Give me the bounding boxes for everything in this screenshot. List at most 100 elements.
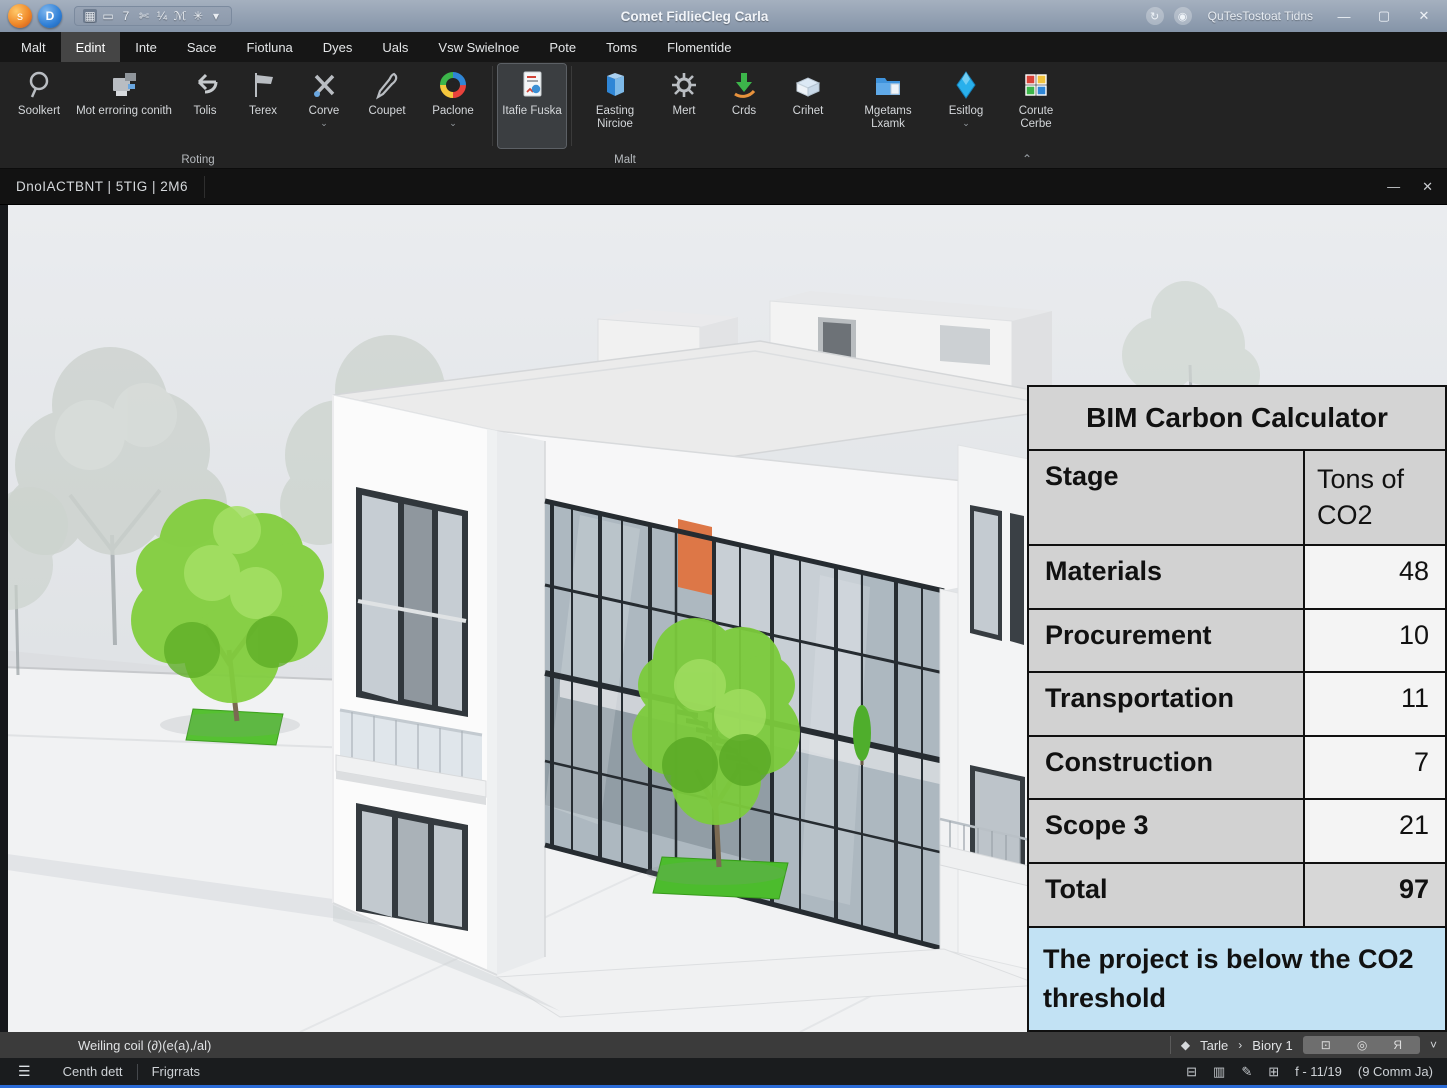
ribbon-button-coupet[interactable]: Coupet xyxy=(357,64,417,148)
qat-icon-2[interactable]: ▭ xyxy=(101,9,115,23)
ribbon-button-crds[interactable]: Crds xyxy=(715,64,773,148)
ribbon-button-corve[interactable]: Corve ⌄ xyxy=(293,64,355,148)
ribbon-button-corute-cerbe[interactable]: Corute Cerbe xyxy=(999,64,1073,148)
arrow-left-icon xyxy=(190,68,220,102)
table-row-construction: Construction 7 xyxy=(1029,737,1445,801)
menu-item-inte[interactable]: Inte xyxy=(120,32,172,62)
menu-item-fiotluna[interactable]: Fiotluna xyxy=(232,32,308,62)
dropdown-caret-icon[interactable]: ⌄ xyxy=(962,119,970,128)
minimize-button[interactable]: — xyxy=(1329,9,1359,24)
ribbon-group-labels: Roting Malt ⌃ xyxy=(0,149,1447,168)
threshold-note: The project is below the CO2 threshold xyxy=(1029,928,1445,1030)
table-row-materials: Materials 48 xyxy=(1029,546,1445,610)
ribbon-button-mert[interactable]: Mert xyxy=(655,64,713,148)
ya-icon[interactable]: Я xyxy=(1393,1038,1402,1052)
ribbon-button-soolkert[interactable]: Soolkert xyxy=(7,64,71,148)
boxed-dot-icon[interactable]: ⊡ xyxy=(1321,1038,1331,1052)
menu-item-sace[interactable]: Sace xyxy=(172,32,232,62)
pen-icon xyxy=(372,68,402,102)
qat-icon-4[interactable]: ✄ xyxy=(137,9,151,23)
color-grid-icon xyxy=(1021,68,1051,102)
view-minimize-button[interactable]: — xyxy=(1387,179,1400,195)
ribbon-button-terex[interactable]: Terex xyxy=(235,64,291,148)
3d-viewport[interactable]: BIM Carbon Calculator Stage Tons of CO2 … xyxy=(0,205,1447,1032)
table-row-total: Total 97 xyxy=(1029,864,1445,928)
row-label: Procurement xyxy=(1029,610,1305,672)
folder-icon xyxy=(871,68,905,102)
taskbar-item-centh-dett[interactable]: Centh dett xyxy=(49,1064,137,1079)
scissors-icon xyxy=(309,68,339,102)
menu-item-malt[interactable]: Malt xyxy=(6,32,61,62)
qat-icon-6[interactable]: ℳ xyxy=(173,9,187,23)
table-row-procurement: Procurement 10 xyxy=(1029,610,1445,674)
view-close-button[interactable]: ✕ xyxy=(1422,179,1433,195)
close-button[interactable]: ✕ xyxy=(1409,8,1439,24)
menu-item-dyes[interactable]: Dyes xyxy=(308,32,368,62)
gear-icon xyxy=(669,68,699,102)
window-grid-icon[interactable]: ⊟ xyxy=(1186,1064,1197,1080)
menu-item-vsw-swielnoe[interactable]: Vsw Swielnoe xyxy=(423,32,534,62)
status-toggle-group[interactable]: ⊡ ◎ Я xyxy=(1303,1036,1420,1054)
box-3d-icon xyxy=(792,68,824,102)
ribbon-button-crihet[interactable]: Crihet xyxy=(775,64,841,148)
menu-item-edint[interactable]: Edint xyxy=(61,32,121,62)
qat-icon-1[interactable]: ▦ xyxy=(83,9,97,23)
ribbon-group-label-roting: Roting xyxy=(138,154,258,166)
taskbar-date: f - 11/19 xyxy=(1295,1064,1342,1079)
dropdown-caret-icon[interactable]: ⌄ xyxy=(320,119,328,128)
sync-icon[interactable]: ↻ xyxy=(1146,7,1164,25)
task-bar: ☰ Centh dett Frigrrats ⊟ ▥ ✎ ⊞ f - 11/19… xyxy=(0,1058,1447,1085)
ribbon-group-label-malt: Malt xyxy=(565,154,685,166)
taskbar-comm-status: (9 Comm Ja) xyxy=(1358,1064,1433,1079)
title-bar: s D ▦ ▭ 7 ✄ ¼ ℳ ✳ ▾ Comet FidlieCleg Car… xyxy=(0,0,1447,32)
ribbon-button-mot-erroring[interactable]: Mot erroring conith xyxy=(73,64,175,148)
ribbon-button-mgetams-lxamk[interactable]: Mgetams Lxamk xyxy=(843,64,933,148)
blue-prism-icon xyxy=(599,68,631,102)
menu-item-uals[interactable]: Uals xyxy=(367,32,423,62)
row-label: Construction xyxy=(1029,737,1305,799)
view-tab-label[interactable]: DnoIACTBNT | 5TIG | 2M6 xyxy=(0,179,204,194)
menu-bar: Malt Edint Inte Sace Fiotluna Dyes Uals … xyxy=(0,32,1447,62)
document-tool-icon xyxy=(517,68,547,102)
qat-icon-5[interactable]: ¼ xyxy=(155,9,169,23)
menu-item-pote[interactable]: Pote xyxy=(534,32,591,62)
caret-down-icon[interactable]: ˅ xyxy=(1430,1038,1437,1052)
account-icon[interactable]: ◉ xyxy=(1174,7,1192,25)
lasso-icon xyxy=(24,68,54,102)
ribbon-button-itafie-fuska-active[interactable]: Itafie Fuska xyxy=(498,64,566,148)
ribbon-button-easting-nircioe[interactable]: Easting Nircioe xyxy=(577,64,653,148)
ribbon-collapse-icon[interactable]: ⌃ xyxy=(1022,152,1032,166)
column-header-stage: Stage xyxy=(1029,451,1305,544)
row-label: Scope 3 xyxy=(1029,800,1305,862)
menu-item-toms[interactable]: Toms xyxy=(591,32,652,62)
view-tab-bar: DnoIACTBNT | 5TIG | 2M6 — ✕ xyxy=(0,169,1447,205)
ribbon-button-tolis[interactable]: Tolis xyxy=(177,64,233,148)
qat-icon-7[interactable]: ✳ xyxy=(191,9,205,23)
edit-icon[interactable]: ✎ xyxy=(1241,1064,1252,1080)
restore-button[interactable]: ▢ xyxy=(1369,8,1399,24)
diamond-icon: ◆ xyxy=(1181,1038,1190,1052)
app-logo-icon[interactable]: s xyxy=(8,4,32,28)
ribbon-button-paclone[interactable]: Paclone ⌄ xyxy=(419,64,487,148)
columns-icon[interactable]: ▥ xyxy=(1213,1064,1225,1080)
application-menu-icon[interactable]: D xyxy=(38,4,62,28)
menu-item-flomentide[interactable]: Flomentide xyxy=(652,32,746,62)
qat-icon-3[interactable]: 7 xyxy=(119,9,133,23)
printer-3d-icon xyxy=(107,68,141,102)
carbon-calculator-panel: BIM Carbon Calculator Stage Tons of CO2 … xyxy=(1027,385,1447,1032)
qat-dropdown-icon[interactable]: ▾ xyxy=(209,9,223,23)
quick-access-toolbar: ▦ ▭ 7 ✄ ¼ ℳ ✳ ▾ xyxy=(74,6,232,26)
row-value: 48 xyxy=(1305,546,1445,608)
dropdown-caret-icon[interactable]: ⌄ xyxy=(449,119,457,128)
plus-grid-icon[interactable]: ⊞ xyxy=(1268,1064,1279,1080)
status-item-tarle[interactable]: Tarle xyxy=(1200,1038,1228,1053)
application-window: s D ▦ ▭ 7 ✄ ¼ ℳ ✳ ▾ Comet FidlieCleg Car… xyxy=(0,0,1447,1086)
hamburger-menu-icon[interactable]: ☰ xyxy=(0,1063,49,1080)
target-icon[interactable]: ◎ xyxy=(1357,1038,1367,1052)
row-label: Transportation xyxy=(1029,673,1305,735)
status-item-biory[interactable]: Biory 1 xyxy=(1252,1038,1292,1053)
view-tab-separator xyxy=(204,176,205,198)
ribbon-button-esitlog[interactable]: Esitlog ⌄ xyxy=(935,64,997,148)
color-wheel-icon xyxy=(437,68,469,102)
taskbar-item-frigrrats[interactable]: Frigrrats xyxy=(138,1064,214,1079)
